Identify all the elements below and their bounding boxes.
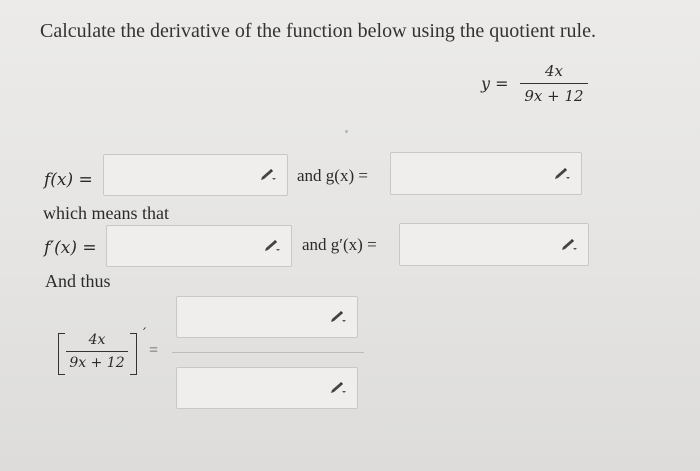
equation-denominator: 9x + 12 xyxy=(524,87,584,105)
pencil-icon[interactable] xyxy=(329,310,347,324)
and-gprime-text: and g′(x) = xyxy=(302,235,377,254)
result-numerator-box[interactable] xyxy=(176,296,358,338)
pencil-icon[interactable] xyxy=(263,239,281,253)
pencil-icon[interactable] xyxy=(560,238,578,252)
and-thus-text: And thus xyxy=(45,271,111,291)
equation-fraction: 4x 9x + 12 xyxy=(520,62,588,105)
page: Calculate the derivative of the function… xyxy=(0,0,700,471)
which-means-that-text: which means that xyxy=(43,203,169,223)
right-bracket xyxy=(130,333,137,375)
fprime-label: f′(x) = xyxy=(44,238,97,258)
and-g-label: and g(x) = xyxy=(297,166,368,186)
left-bracket xyxy=(58,333,65,375)
instruction-text: Calculate the derivative of the function… xyxy=(40,20,596,42)
derivative-fraction-bar xyxy=(66,351,128,352)
derivative-equals: = xyxy=(149,342,159,359)
fprime-input-box[interactable] xyxy=(106,225,292,267)
result-fraction-bar xyxy=(172,352,364,353)
and-g-text: and g(x) = xyxy=(297,166,368,185)
derivative-denominator: 9x + 12 xyxy=(69,355,125,371)
gprime-input-box[interactable] xyxy=(399,223,589,266)
pencil-icon[interactable] xyxy=(329,381,347,395)
prime-mark: ′ xyxy=(143,326,147,342)
speck xyxy=(345,130,348,133)
result-denominator-box[interactable] xyxy=(176,367,358,409)
equation-lhs: y = xyxy=(481,74,509,93)
and-gprime-label: and g′(x) = xyxy=(302,235,377,255)
equation-fraction-bar xyxy=(520,83,588,84)
pencil-icon[interactable] xyxy=(553,167,571,181)
derivative-fraction: 4x 9x + 12 xyxy=(66,332,128,371)
pencil-icon[interactable] xyxy=(259,168,277,182)
f-input-box[interactable] xyxy=(103,154,288,196)
f-label: f(x) = xyxy=(44,170,93,190)
derivative-numerator: 4x xyxy=(88,332,106,348)
equation-numerator: 4x xyxy=(544,62,563,80)
g-input-box[interactable] xyxy=(390,152,582,195)
